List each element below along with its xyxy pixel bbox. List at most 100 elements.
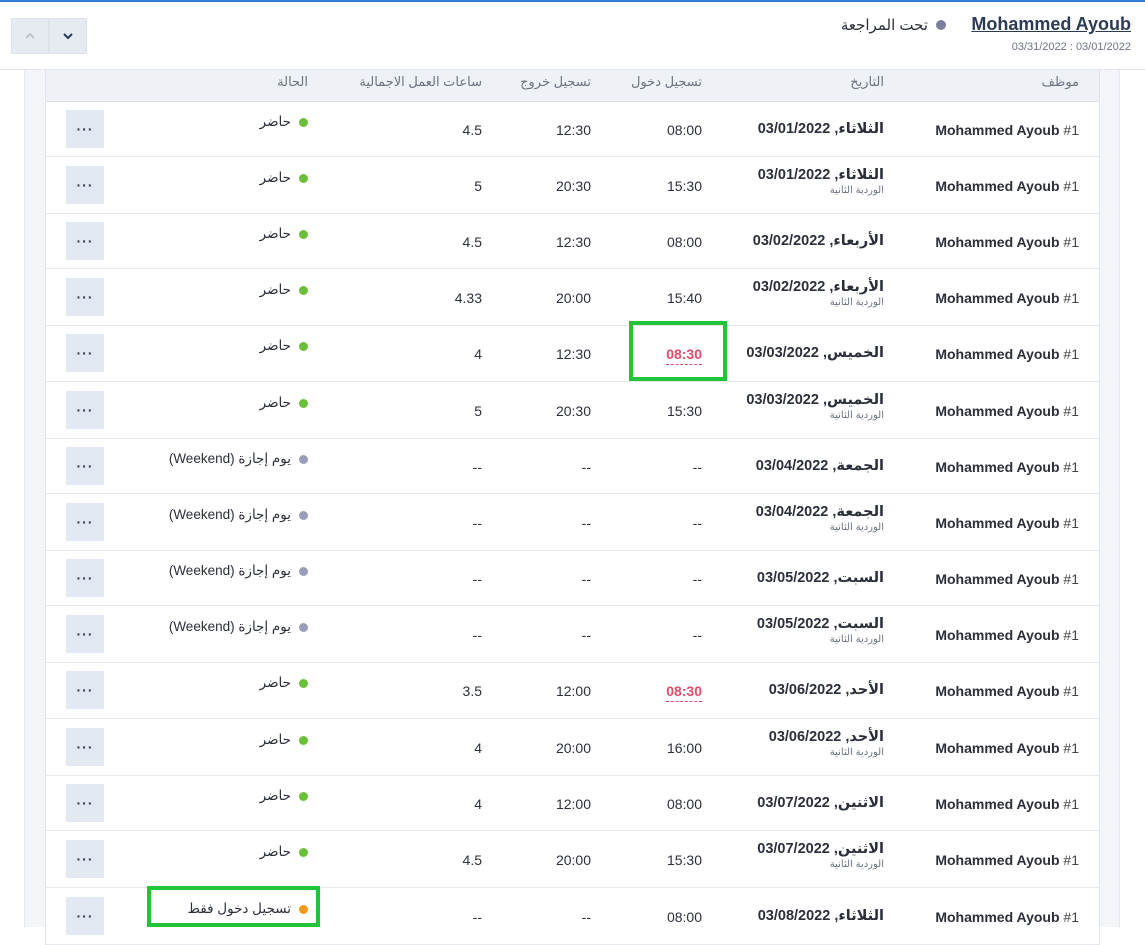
table-row[interactable]: Mohammed Ayoub #1 الخميس, 03/03/2022 الورد… [46, 382, 1099, 439]
content-panel: موظف التاريخ تسجيل دخول تسجيل خروج ساعات… [24, 70, 1120, 945]
chevron-down-icon [63, 33, 73, 40]
table-row[interactable]: Mohammed Ayoub #1 الأربعاء, 03/02/2022 الو… [46, 269, 1099, 326]
date-text: الاثنين, 03/07/2022 [757, 795, 884, 811]
employee-cell[interactable]: Mohammed Ayoub #1 [935, 627, 1079, 643]
employee-cell[interactable]: Mohammed Ayoub #1 [935, 740, 1079, 756]
column-status[interactable]: الحالة [277, 74, 308, 90]
highlight-clock-in-only-status [147, 886, 320, 927]
column-date[interactable]: التاريخ [850, 74, 884, 90]
row-actions-button[interactable]: ··· [66, 671, 104, 709]
employee-cell[interactable]: Mohammed Ayoub #1 [935, 290, 1079, 306]
employee-cell[interactable]: Mohammed Ayoub #1 [935, 346, 1079, 362]
shift-label: الوردية الثانية [829, 634, 884, 645]
clock-in-time: -- [692, 515, 702, 531]
employee-cell[interactable]: Mohammed Ayoub #1 [935, 178, 1079, 194]
row-actions-button[interactable]: ··· [66, 110, 104, 148]
date-cell: الأربعاء, 03/02/2022 [753, 233, 884, 249]
table-row[interactable]: Mohammed Ayoub #1 الخميس, 03/03/2022 08:30… [46, 326, 1099, 382]
clock-in-time: 08:00 [666, 909, 702, 925]
date-cell: الخميس, 03/03/2022 الوردية الثانية [746, 392, 884, 421]
status-cell: حاضر [260, 395, 308, 411]
employee-cell[interactable]: Mohammed Ayoub #1 [935, 852, 1079, 868]
row-actions-button[interactable]: ··· [66, 334, 104, 372]
table-row[interactable]: Mohammed Ayoub #1 الاثنين, 03/07/2022 الور… [46, 831, 1099, 888]
employee-cell[interactable]: Mohammed Ayoub #1 [935, 796, 1079, 812]
date-text: الاثنين, 03/07/2022 [757, 841, 884, 857]
shift-label: الوردية الثانية [829, 859, 884, 870]
clock-out-time: 20:00 [555, 740, 591, 756]
page-header: Mohammed Ayoub تحت المراجعة 03/31/2022 :… [0, 2, 1145, 70]
row-actions-button[interactable]: ··· [66, 278, 104, 316]
column-clock-out[interactable]: تسجيل خروج [520, 74, 591, 90]
row-actions-button[interactable]: ··· [66, 615, 104, 653]
employee-name: Mohammed Ayoub [935, 627, 1060, 643]
status-cell: يوم إجازة (Weekend) [169, 507, 308, 523]
status-dot-icon [299, 341, 308, 351]
employee-cell[interactable]: Mohammed Ayoub #1 [935, 459, 1079, 475]
employee-name: Mohammed Ayoub [935, 346, 1060, 362]
table-row[interactable]: Mohammed Ayoub #1 الثلاثاء, 03/01/2022 الو… [46, 157, 1099, 214]
row-actions-button[interactable]: ··· [66, 728, 104, 766]
table-row[interactable]: Mohammed Ayoub #1 الأحد, 03/06/2022 08:30 1… [46, 663, 1099, 719]
employee-number: #1 [1063, 515, 1079, 531]
table-row[interactable]: Mohammed Ayoub #1 الأحد, 03/06/2022 الوردي… [46, 719, 1099, 776]
clock-in-time: 15:30 [666, 403, 702, 419]
employee-cell[interactable]: Mohammed Ayoub #1 [935, 571, 1079, 587]
late-clock-in-time[interactable]: 08:30 [666, 683, 702, 702]
status-dot-icon [299, 566, 308, 576]
status-dot-icon [936, 20, 946, 30]
status-label: يوم إجازة (Weekend) [168, 619, 291, 634]
shift-label: الوردية الثانية [829, 297, 884, 308]
employee-cell[interactable]: Mohammed Ayoub #1 [935, 683, 1079, 699]
employee-name-link[interactable]: Mohammed Ayoub [971, 14, 1131, 35]
table-row[interactable]: Mohammed Ayoub #1 الجمعة, 03/04/2022 الورد… [46, 494, 1099, 551]
status-label: حاضر [259, 226, 291, 241]
clock-in-time: 08:00 [666, 234, 702, 250]
employee-name: Mohammed Ayoub [935, 403, 1060, 419]
table-row[interactable]: Mohammed Ayoub #1 الاثنين, 03/07/2022 08:0… [46, 776, 1099, 831]
status-label: حاضر [259, 788, 291, 803]
row-actions-button[interactable]: ··· [66, 840, 104, 878]
row-actions-button[interactable]: ··· [66, 447, 104, 485]
employee-cell[interactable]: Mohammed Ayoub #1 [935, 122, 1079, 138]
status-cell: حاضر [260, 114, 308, 130]
status-dot-icon [299, 229, 308, 239]
employee-cell[interactable]: Mohammed Ayoub #1 [935, 909, 1079, 925]
column-employee[interactable]: موظف [1042, 74, 1079, 90]
employee-cell[interactable]: Mohammed Ayoub #1 [935, 403, 1079, 419]
table-row[interactable]: Mohammed Ayoub #1 الثلاثاء, 03/01/2022 08:… [46, 102, 1099, 157]
row-actions-button[interactable]: ··· [66, 391, 104, 429]
date-cell: الثلاثاء, 03/01/2022 [758, 121, 884, 137]
attendance-table: موظف التاريخ تسجيل دخول تسجيل خروج ساعات… [45, 70, 1100, 945]
table-row[interactable]: Mohammed Ayoub #1 السبت, 03/05/2022 -- -- --… [46, 551, 1099, 606]
row-actions-button[interactable]: ··· [66, 559, 104, 597]
row-actions-button[interactable]: ··· [66, 503, 104, 541]
row-actions-button[interactable]: ··· [66, 166, 104, 204]
date-cell: الجمعة, 03/04/2022 الوردية الثانية [756, 504, 884, 533]
clock-in-time: -- [692, 459, 702, 475]
date-cell: الجمعة, 03/04/2022 [756, 458, 884, 474]
previous-record-button[interactable] [11, 18, 49, 54]
employee-name: Mohammed Ayoub [935, 740, 1060, 756]
employee-cell[interactable]: Mohammed Ayoub #1 [935, 234, 1079, 250]
next-record-button[interactable] [49, 18, 87, 54]
status-dot-icon [299, 398, 308, 408]
status-label: حاضر [259, 170, 291, 185]
status-label: حاضر [259, 732, 291, 747]
row-actions-button[interactable]: ··· [66, 784, 104, 822]
column-total-hours[interactable]: ساعات العمل الاجمالية [359, 74, 482, 90]
status-cell: حاضر [260, 675, 308, 691]
table-row[interactable]: Mohammed Ayoub #1 الجمعة, 03/04/2022 -- -- -… [46, 439, 1099, 494]
date-cell: الأحد, 03/06/2022 الوردية الثانية [769, 729, 884, 758]
column-clock-in[interactable]: تسجيل دخول [631, 74, 702, 90]
total-hours: -- [472, 909, 482, 925]
row-actions-button[interactable]: ··· [66, 222, 104, 260]
row-actions-button[interactable]: ··· [66, 897, 104, 935]
total-hours: 4.33 [454, 290, 482, 306]
employee-name: Mohammed Ayoub [935, 122, 1060, 138]
table-row[interactable]: Mohammed Ayoub #1 السبت, 03/05/2022 الوردي… [46, 606, 1099, 663]
employee-name: Mohammed Ayoub [935, 796, 1060, 812]
table-row[interactable]: Mohammed Ayoub #1 الأربعاء, 03/02/2022 08:… [46, 214, 1099, 269]
clock-out-time: 20:30 [555, 403, 591, 419]
employee-cell[interactable]: Mohammed Ayoub #1 [935, 515, 1079, 531]
